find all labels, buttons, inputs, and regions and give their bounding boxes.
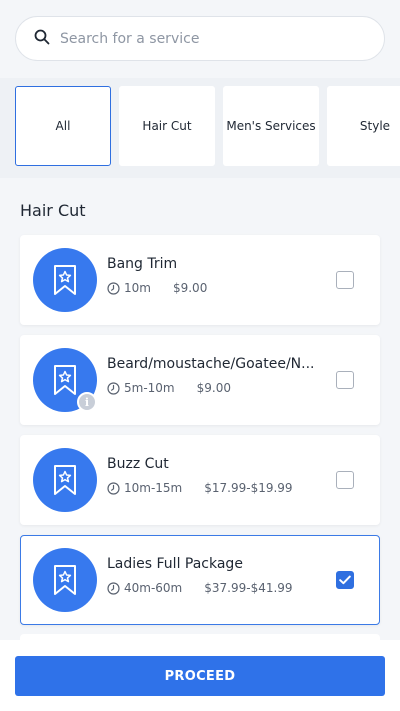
clock-icon (107, 281, 120, 295)
service-checkbox[interactable] (336, 371, 354, 389)
header (0, 0, 400, 78)
category-tabs: All Hair Cut Men's Services Style (15, 86, 400, 166)
service-duration: 10m (124, 281, 151, 295)
service-price: $37.99-$41.99 (204, 581, 293, 595)
service-card-selected[interactable]: Ladies Full Package 40m-60m $37.99-$41.9… (20, 535, 380, 625)
search-input[interactable] (60, 30, 360, 47)
checkmark-icon (339, 575, 351, 585)
service-checkbox-checked[interactable] (336, 571, 354, 589)
service-meta: 5m-10m $9.00 (107, 381, 231, 395)
service-avatar (33, 448, 97, 512)
tab-mens-services[interactable]: Men's Services (223, 86, 319, 166)
bookmark-star-icon (54, 365, 76, 395)
clock-icon (107, 481, 120, 495)
clock-icon (107, 381, 120, 395)
tab-style[interactable]: Style (327, 86, 400, 166)
info-icon[interactable]: i (77, 392, 97, 412)
service-card[interactable]: i Beard/moustache/Goatee/N... 5m-10m $9.… (20, 335, 380, 425)
tab-hair-cut[interactable]: Hair Cut (119, 86, 215, 166)
service-avatar (33, 248, 97, 312)
tab-all[interactable]: All (15, 86, 111, 166)
bookmark-star-icon (54, 265, 76, 295)
service-list: Hair Cut Bang Trim 10m $9.00 i Beard/mou… (0, 178, 400, 711)
service-name: Bang Trim (107, 256, 178, 272)
search-bar[interactable] (15, 16, 385, 61)
service-meta: 40m-60m $37.99-$41.99 (107, 581, 293, 595)
bookmark-star-icon (54, 465, 76, 495)
footer: PROCEED (0, 640, 400, 711)
clock-icon (107, 581, 120, 595)
category-tabs-strip: All Hair Cut Men's Services Style (0, 78, 400, 178)
service-name: Buzz Cut (107, 456, 169, 472)
service-avatar (33, 548, 97, 612)
service-name: Ladies Full Package (107, 556, 243, 572)
service-duration: 10m-15m (124, 481, 183, 495)
bookmark-star-icon (54, 565, 76, 595)
service-checkbox[interactable] (336, 271, 354, 289)
service-meta: 10m-15m $17.99-$19.99 (107, 481, 293, 495)
service-card[interactable]: Bang Trim 10m $9.00 (20, 235, 380, 325)
service-checkbox[interactable] (336, 471, 354, 489)
proceed-button[interactable]: PROCEED (15, 656, 385, 696)
service-meta: 10m $9.00 (107, 281, 207, 295)
service-price: $17.99-$19.99 (204, 481, 293, 495)
section-title: Hair Cut (20, 201, 86, 220)
service-card[interactable]: Buzz Cut 10m-15m $17.99-$19.99 (20, 435, 380, 525)
service-name: Beard/moustache/Goatee/N... (107, 356, 315, 372)
service-price: $9.00 (196, 381, 231, 395)
service-duration: 40m-60m (124, 581, 183, 595)
search-icon (34, 29, 50, 49)
service-price: $9.00 (172, 281, 208, 295)
service-duration: 5m-10m (124, 381, 175, 395)
